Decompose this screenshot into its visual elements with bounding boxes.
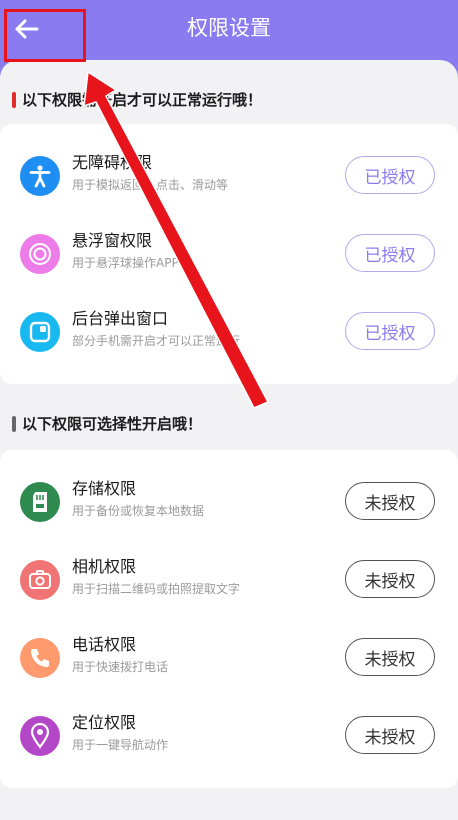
permission-subtitle: 用于一键导航动作 xyxy=(72,738,169,752)
permissions-content: 以下权限需开启才可以正常运行哦！ 无障碍权限 用于模拟返回、点击、滑动等 已授权… xyxy=(0,60,458,820)
list-item-phone: 电话权限 用于快速拨打电话 未授权 xyxy=(0,628,458,688)
permission-title: 定位权限 xyxy=(72,713,137,732)
unauthorized-button[interactable]: 未授权 xyxy=(345,638,435,676)
list-item-accessibility: 无障碍权限 用于模拟返回、点击、滑动等 已授权 xyxy=(0,146,458,206)
unauthorized-button[interactable]: 未授权 xyxy=(345,482,435,520)
popup-window-icon xyxy=(20,312,60,352)
permission-title: 悬浮窗权限 xyxy=(72,231,153,250)
location-pin-icon xyxy=(20,716,60,756)
permission-title: 相机权限 xyxy=(72,557,137,576)
authorized-button[interactable]: 已授权 xyxy=(345,156,435,194)
section-title-text: 以下权限需开启才可以正常运行哦！ xyxy=(22,91,263,109)
required-permissions-card: 无障碍权限 用于模拟返回、点击、滑动等 已授权 悬浮窗权限 用于悬浮球操作APP… xyxy=(0,124,458,384)
list-item-storage: 存储权限 用于备份或恢复本地数据 未授权 xyxy=(0,472,458,532)
authorized-button[interactable]: 已授权 xyxy=(345,312,435,350)
permission-subtitle: 用于悬浮球操作APP xyxy=(72,256,179,270)
list-item-floating-window: 悬浮窗权限 用于悬浮球操作APP 已授权 xyxy=(0,224,458,284)
list-item-camera: 相机权限 用于扫描二维码或拍照提取文字 未授权 xyxy=(0,550,458,610)
page-title: 权限设置 xyxy=(187,16,271,40)
accessibility-icon xyxy=(20,156,60,196)
list-item-location: 定位权限 用于一键导航动作 未授权 xyxy=(0,706,458,766)
permission-subtitle: 用于快速拨打电话 xyxy=(72,660,169,674)
authorized-button[interactable]: 已授权 xyxy=(345,234,435,272)
optional-permissions-card: 存储权限 用于备份或恢复本地数据 未授权 相机权限 用于扫描二维码或拍照提取文字… xyxy=(0,450,458,788)
permission-subtitle: 用于备份或恢复本地数据 xyxy=(72,504,205,518)
permission-title: 存储权限 xyxy=(72,479,137,498)
permission-subtitle: 部分手机需开启才可以正常运行 xyxy=(72,334,241,348)
section-title-required: 以下权限需开启才可以正常运行哦！ xyxy=(12,90,262,110)
camera-icon xyxy=(20,560,60,600)
phone-icon xyxy=(20,638,60,678)
list-item-background-popup: 后台弹出窗口 部分手机需开启才可以正常运行 已授权 xyxy=(0,302,458,362)
sd-card-icon xyxy=(20,482,60,522)
permission-title: 无障碍权限 xyxy=(72,153,153,172)
section-title-optional: 以下权限可选择性开启哦！ xyxy=(12,414,202,434)
unauthorized-button[interactable]: 未授权 xyxy=(345,716,435,754)
section-title-text: 以下权限可选择性开启哦！ xyxy=(22,415,203,433)
permission-title: 后台弹出窗口 xyxy=(72,309,169,328)
permission-title: 电话权限 xyxy=(72,635,137,654)
permission-subtitle: 用于扫描二维码或拍照提取文字 xyxy=(72,582,241,596)
floating-ball-icon xyxy=(20,234,60,274)
permission-subtitle: 用于模拟返回、点击、滑动等 xyxy=(72,178,229,192)
unauthorized-button[interactable]: 未授权 xyxy=(345,560,435,598)
